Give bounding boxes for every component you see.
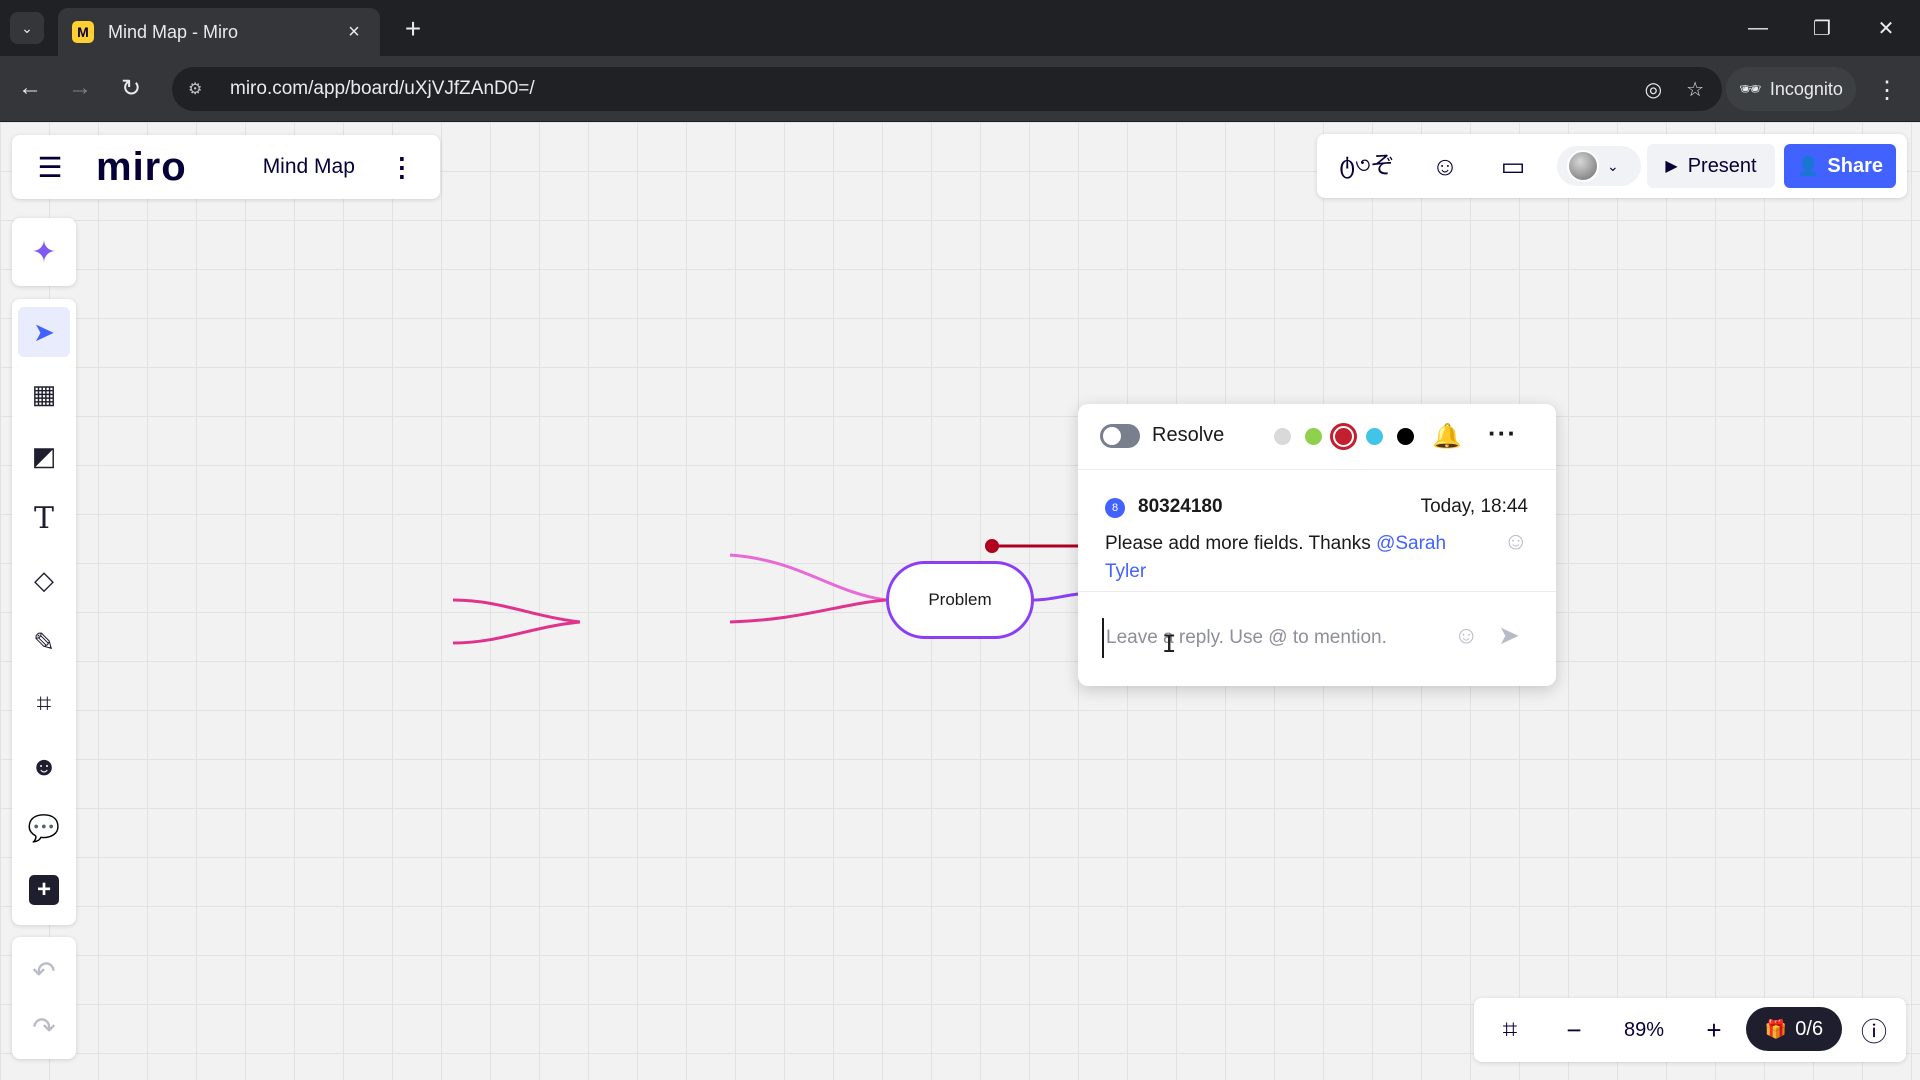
text-tool-icon[interactable]: T: [18, 493, 70, 543]
color-option-gray[interactable]: [1274, 428, 1291, 445]
sparkle-icon: ✦: [31, 235, 57, 269]
zoom-controls: ⌗ − 89% + 🎁 0/6 ⓘ: [1474, 998, 1906, 1062]
bookmark-star-icon[interactable]: ☆: [1686, 77, 1704, 102]
selected-color-swatch: [1335, 428, 1352, 445]
incognito-badge[interactable]: 🕶 Incognito: [1726, 67, 1856, 111]
color-option-red-selected[interactable]: [1330, 423, 1357, 450]
branch-problem-upper: [729, 553, 887, 602]
collaboration-bar: ტ৩ぞ ☺ ▭ ⌄ ▶ Present 👤 Share: [1317, 134, 1907, 198]
sticky-note-icon[interactable]: ◩: [18, 431, 70, 481]
zoom-out-icon[interactable]: −: [1552, 1008, 1596, 1052]
video-call-icon[interactable]: ▭: [1493, 146, 1533, 186]
miro-favicon-icon: M: [72, 21, 94, 43]
board-title-bar: ☰ miro Mind Map ⋮: [12, 135, 440, 199]
ai-sparkle-button[interactable]: ✦: [12, 218, 76, 286]
eye-off-icon[interactable]: ◎: [1645, 77, 1662, 102]
shapes-icon[interactable]: ◇: [18, 555, 70, 605]
collaborators-menu[interactable]: ⌄: [1557, 146, 1641, 186]
text-cursor-icon: I: [1162, 630, 1177, 658]
incognito-icon: 🕶: [1739, 78, 1762, 99]
board-options-icon[interactable]: ⋮: [389, 152, 415, 183]
reactions-icon[interactable]: ტ৩ぞ: [1335, 146, 1399, 186]
restore-icon[interactable]: ❐: [1798, 8, 1846, 48]
add-reaction-icon[interactable]: ☺: [1503, 528, 1528, 556]
comment-pin-dot: [985, 539, 999, 553]
author-name: 80324180: [1138, 496, 1223, 517]
comment-tool-icon[interactable]: 💬: [18, 803, 70, 853]
color-option-black[interactable]: [1397, 428, 1414, 445]
miro-logo[interactable]: miro: [96, 145, 187, 190]
comment-message: 8 80324180 Today, 18:44 Please add more …: [1078, 470, 1556, 592]
resolve-toggle[interactable]: [1100, 424, 1140, 448]
chevron-down-icon: ⌄: [1607, 157, 1619, 174]
close-window-icon[interactable]: ✕: [1862, 8, 1910, 48]
present-button[interactable]: ▶ Present: [1647, 144, 1775, 188]
browser-tab[interactable]: M Mind Map - Miro ×: [58, 8, 380, 56]
branch-problem-right: [1033, 592, 1079, 602]
site-info-icon[interactable]: ⚙: [188, 79, 214, 99]
templates-icon[interactable]: ▦: [18, 369, 70, 419]
apps-count: 0/6: [1795, 1017, 1824, 1040]
url-text: miro.com/app/board/uXjVJfZAnD0=/: [230, 78, 535, 99]
address-bar[interactable]: ⚙ miro.com/app/board/uXjVJfZAnD0=/ ◎ ☆: [172, 67, 1722, 111]
undo-redo-panel: ↶ ↷: [12, 937, 76, 1059]
stickers-icon[interactable]: ☻: [18, 741, 70, 791]
color-option-green[interactable]: [1305, 428, 1322, 445]
apps-button[interactable]: 🎁 0/6: [1746, 1007, 1842, 1051]
share-button[interactable]: 👤 Share: [1784, 144, 1896, 188]
reply-row: ☺ ➤: [1078, 592, 1556, 686]
tab-title: Mind Map - Miro: [108, 21, 239, 42]
author-avatar: 8: [1105, 498, 1125, 518]
notification-bell-icon[interactable]: 🔔: [1432, 422, 1462, 451]
avatar: [1567, 150, 1599, 182]
play-icon: ▶: [1665, 158, 1678, 175]
forward-icon[interactable]: →: [62, 70, 98, 106]
mindmap-node-problem[interactable]: Problem: [886, 561, 1034, 639]
browser-toolbar: ← → ↻ ⚙ miro.com/app/board/uXjVJfZAnD0=/…: [0, 56, 1920, 122]
comment-timestamp: Today, 18:44: [1420, 496, 1528, 517]
incognito-label: Incognito: [1769, 78, 1843, 99]
board-canvas[interactable]: Problem ☰ miro Mind Map ⋮ ტ৩ぞ ☺ ▭ ⌄ ▶ Pr…: [0, 122, 1920, 1080]
plus-icon: +: [29, 875, 59, 905]
new-tab-button[interactable]: +: [396, 12, 430, 46]
reply-emoji-icon[interactable]: ☺: [1454, 622, 1479, 650]
back-icon[interactable]: ←: [12, 70, 48, 106]
resolve-label: Resolve: [1152, 424, 1225, 446]
comment-more-icon[interactable]: ···: [1488, 418, 1517, 449]
gift-icon: 🎁: [1764, 1018, 1788, 1039]
present-label: Present: [1687, 154, 1757, 177]
fit-to-screen-icon[interactable]: ⌗: [1488, 1008, 1532, 1052]
help-icon[interactable]: ⓘ: [1852, 1008, 1896, 1052]
frame-icon[interactable]: ⌗: [18, 679, 70, 729]
comment-text-body: Please add more fields. Thanks: [1105, 533, 1377, 554]
browser-tab-bar: ⌄ M Mind Map - Miro × + — ❐ ✕: [0, 0, 1920, 56]
chat-icon[interactable]: ☺: [1425, 146, 1465, 186]
more-tools-button[interactable]: +: [18, 865, 70, 915]
redo-icon[interactable]: ↷: [18, 1003, 70, 1051]
send-icon[interactable]: ➤: [1498, 620, 1520, 651]
pen-icon[interactable]: ✎: [18, 617, 70, 667]
creation-toolbar: ➤ ▦ ◩ T ◇ ✎ ⌗ ☻ 💬 +: [12, 299, 76, 925]
tab-search-button[interactable]: ⌄: [10, 12, 44, 44]
comment-text: Please add more fields. Thanks @Sarah Ty…: [1105, 530, 1485, 586]
color-option-cyan[interactable]: [1366, 428, 1383, 445]
main-menu-icon[interactable]: ☰: [30, 147, 70, 187]
zoom-in-icon[interactable]: +: [1692, 1008, 1736, 1052]
branch-problem-lower: [729, 598, 887, 624]
close-tab-icon[interactable]: ×: [342, 21, 366, 44]
branch-left-upper: [452, 598, 581, 624]
browser-menu-icon[interactable]: ⋮: [1872, 72, 1902, 108]
share-label: Share: [1827, 154, 1883, 177]
undo-icon[interactable]: ↶: [18, 947, 70, 995]
minimize-icon[interactable]: —: [1734, 8, 1782, 48]
reply-input[interactable]: [1102, 618, 1442, 658]
select-tool-icon[interactable]: ➤: [18, 307, 70, 357]
comment-header: Resolve 🔔 ···: [1078, 404, 1556, 470]
branch-left-lower: [452, 620, 581, 645]
comment-thread-popup: Resolve 🔔 ··· 8 80324180 Today, 18:44 Pl…: [1078, 404, 1556, 686]
share-user-icon: 👤: [1796, 155, 1820, 176]
reload-icon[interactable]: ↻: [113, 70, 149, 106]
zoom-level[interactable]: 89%: [1604, 1008, 1684, 1052]
board-name[interactable]: Mind Map: [263, 155, 355, 179]
